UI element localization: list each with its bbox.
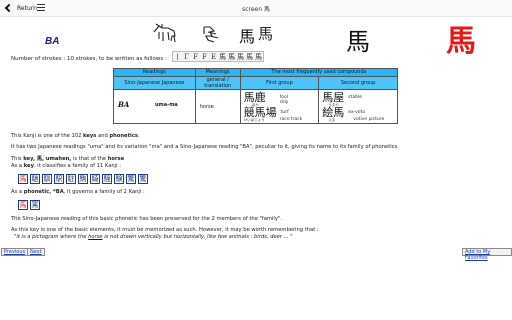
horse-ancient-script-icon (203, 26, 219, 43)
th-readings-sub: Sino-Japanese Japanese (113, 76, 196, 90)
kanji-link[interactable]: 馬 (18, 200, 28, 210)
strokes-text: Number of strokes : 10 strokes, to be wr… (11, 56, 167, 62)
kanji-old-form-2: 馬 (258, 25, 274, 43)
phonetics-bold: phonetics (109, 133, 138, 139)
kanji-link[interactable]: 騒 (102, 174, 112, 184)
compound-reading: けいばじょう (243, 118, 265, 122)
previous-button[interactable]: Previous (1, 248, 29, 256)
key-bold: key (23, 163, 34, 169)
text: This (11, 156, 24, 162)
next-button[interactable]: Next (27, 248, 45, 256)
stroke-step: E (210, 53, 217, 61)
sino-japanese-reading: BA (45, 36, 60, 47)
kanji-link[interactable]: 馬 (18, 174, 28, 184)
th-readings: Readings (113, 68, 196, 77)
key-bold: key, 馬, umahen, (23, 156, 72, 162)
paragraph-key-family: As a key, it classifies a family of 11 K… (11, 163, 121, 169)
kanji-link[interactable]: 駐 (66, 174, 76, 184)
phonetic-bold: phonetic, *BA (23, 189, 64, 195)
japanese-reading: uma-ma (155, 102, 178, 108)
th-second-group: Second group (318, 76, 398, 90)
compound-meaning: ex-voto (348, 110, 366, 115)
compound-meaning: silly (279, 100, 289, 105)
top-bar: Return screen 馬 (0, 0, 512, 17)
sino-reading: BA (118, 100, 130, 109)
compound-kanji: 馬鹿 (243, 91, 266, 104)
stroke-step: F (193, 53, 198, 61)
paragraph-preserved: The Sino-Japanese reading of this basic … (11, 216, 282, 222)
stroke-step: 馬 (219, 53, 226, 61)
text: . (138, 133, 140, 139)
kanji-link[interactable]: 驚 (126, 174, 136, 184)
text: This Kanji is one of the 102 (11, 133, 84, 139)
compound-kanji: 絵馬 (322, 106, 345, 119)
kanji-link[interactable]: 駒 (78, 174, 88, 184)
kanji-display-black: 馬 (346, 28, 370, 56)
compound-meaning: stable (348, 95, 363, 100)
compound-meaning: race track (279, 117, 303, 122)
kanji-link[interactable]: 馴 (42, 174, 52, 184)
text: is that of the (71, 156, 108, 162)
compound-reading: えま (328, 118, 336, 122)
horse-pictogram-icon (153, 23, 176, 43)
th-compounds: The most frequently used compounds (239, 68, 399, 77)
compound-kanji: 競馬場 (243, 106, 277, 119)
stroke-step: 馬 (228, 53, 235, 61)
phonetic-family-list: 馬 罵 (18, 200, 42, 210)
kanji-link[interactable]: 驚 (138, 174, 148, 184)
text: , it governs a family of 2 Kanji : (63, 189, 145, 195)
paragraph-keys: This Kanji is one of the 102 keys and ph… (11, 133, 140, 139)
text: is not drawn vertically but horizontally… (102, 234, 293, 240)
kanji-link[interactable]: 罵 (30, 200, 40, 210)
kanji-link[interactable]: 験 (114, 174, 124, 184)
readings-cell: BA uma-ma (113, 89, 196, 124)
add-to-favorites-button[interactable]: Add to My Favorites (462, 248, 512, 261)
paragraph-key-horse: This key, 馬, umahen, is that of the hors… (11, 155, 124, 162)
stroke-step: 馬 (246, 53, 253, 61)
meaning-cell: horse (194, 89, 241, 124)
horse-bold: horse (107, 156, 125, 162)
stroke-step: 馬 (255, 53, 262, 61)
stroke-step: 丨 (174, 53, 181, 61)
kanji-link[interactable]: 馳 (30, 174, 40, 184)
stroke-step: Γ (184, 53, 189, 61)
text: , it classifies a family of 11 Kanji : (33, 163, 121, 169)
kanji-old-form: 馬 (239, 27, 256, 46)
stroke-step: F (202, 53, 207, 61)
kanji-link[interactable]: 駅 (54, 174, 64, 184)
readings-table: Readings Meanings The most frequently us… (113, 68, 399, 124)
stroke-step: 馬 (237, 53, 244, 61)
paragraph-pictogram: "it is a pictogram where the horse is no… (14, 234, 293, 240)
text: As a (11, 189, 24, 195)
text: and (96, 133, 110, 139)
second-group-cell: 馬屋 stable うまや 絵馬 ex-voto えま votive pictu… (318, 89, 398, 124)
paragraph-phonetic-family: As a phonetic, *BA, it governs a family … (11, 189, 145, 195)
key-family-list: 馬 馳 馴 駅 駐 駒 騎 騒 験 驚 驚 (18, 174, 150, 184)
th-first-group: First group (239, 76, 320, 90)
compound-item: 馬屋 stable (322, 92, 362, 103)
horse-link[interactable]: horse (88, 234, 103, 240)
first-group-cell: 馬鹿 fool ばか silly 競馬場 turf けいばじょう race tr… (239, 89, 320, 124)
stroke-order-strip: 丨 Γ F F E 馬 馬 馬 馬 馬 (172, 51, 264, 62)
th-meanings-sub: general / translation (194, 76, 241, 90)
compound-meaning: votive picture (353, 117, 385, 122)
text: As a (11, 163, 24, 169)
th-meanings: Meanings (194, 68, 241, 77)
text: "it is a pictogram where the (14, 234, 89, 240)
screen-title: screen 馬 (242, 6, 270, 13)
kanji-display-red: 馬 (446, 24, 476, 59)
paragraph-readings: It has two Japanese readings "uma" and i… (11, 144, 399, 150)
keys-bold: keys (83, 133, 97, 139)
paragraph-memorize: As this key is one of the basic elements… (11, 227, 319, 233)
compound-meaning: turf (280, 110, 289, 115)
compound-kanji: 馬屋 (322, 91, 345, 104)
kanji-link[interactable]: 騎 (90, 174, 100, 184)
